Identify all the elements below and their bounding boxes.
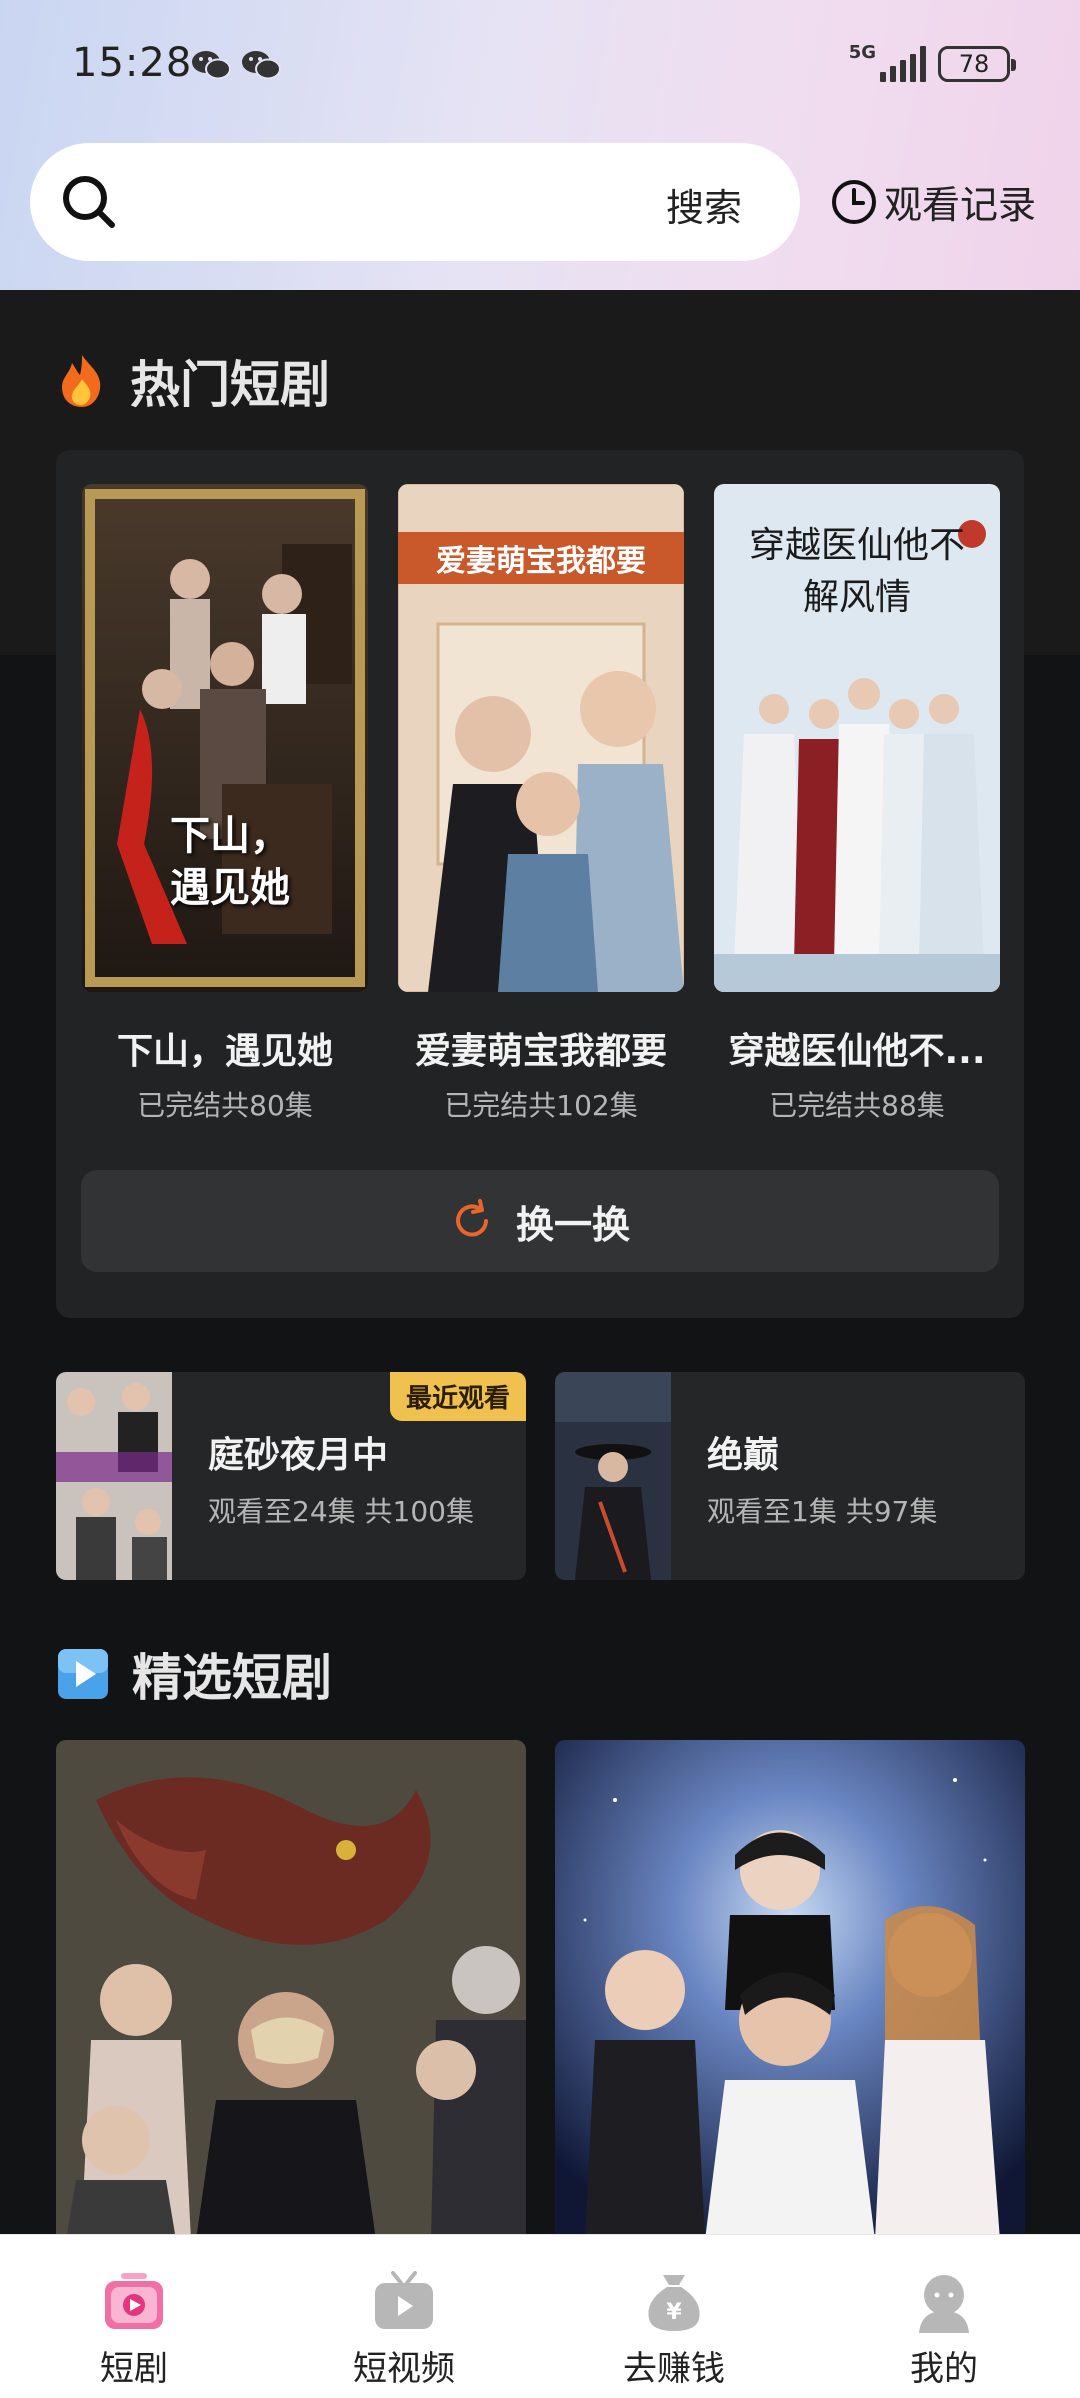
clock-icon: [832, 179, 876, 224]
tab-label: 去赚钱: [623, 2349, 725, 2389]
status-time: 15:28: [72, 40, 193, 86]
drama-title[interactable]: 下山，遇见她: [65, 1022, 385, 1074]
watch-history-label: 观看记录: [884, 183, 1037, 227]
battery-icon: 78: [938, 46, 1016, 82]
wechat-icon: [242, 51, 281, 80]
recent-thumbnail: [56, 1372, 172, 1580]
money-bag-icon: ¥: [648, 2275, 700, 2331]
status-bar: 15:28 5G 78: [0, 0, 1080, 130]
tab-profile[interactable]: 我的: [844, 2235, 1044, 2398]
search-icon: [63, 176, 115, 228]
play-icon: [58, 1649, 108, 1699]
recent-title: 绝巅: [707, 1435, 780, 1476]
poster-title-overlay: 爱妻萌宝我都要: [436, 544, 646, 579]
drama-tab-icon: [105, 2273, 163, 2329]
drama-title[interactable]: 爱妻萌宝我都要: [381, 1022, 701, 1074]
header: 15:28 5G 78 搜索 观看记录: [0, 0, 1080, 290]
hot-section-heading: 热门短剧: [56, 345, 330, 417]
tab-short-video[interactable]: 短视频: [304, 2235, 504, 2398]
featured-drama-poster[interactable]: [555, 1740, 1025, 2240]
recent-watch-card[interactable]: 庭砂夜月中 观看至24集 共100集 最近观看: [56, 1372, 526, 1580]
refresh-button[interactable]: 换一换: [81, 1170, 999, 1272]
hot-section-title: 热门短剧: [130, 356, 330, 414]
featured-section-heading: 精选短剧: [56, 1638, 332, 1710]
fire-icon: [62, 355, 101, 407]
tv-icon: [375, 2271, 433, 2329]
recent-watch-badge: 最近观看: [389, 1372, 526, 1421]
recent-title: 庭砂夜月中: [208, 1435, 389, 1476]
battery-level: 78: [958, 50, 990, 78]
drama-episode-info: 已完结共88集: [769, 1089, 945, 1122]
tab-label: 我的: [910, 2349, 978, 2389]
drama-title[interactable]: 穿越医仙他不...: [697, 1022, 1017, 1074]
tab-label: 短剧: [100, 2349, 168, 2389]
refresh-icon: [456, 1199, 488, 1237]
svg-text:¥: ¥: [666, 2300, 682, 2325]
poster-image: [82, 484, 368, 992]
bottom-tab-bar: 短剧 短视频 ¥ 去赚钱 我的: [0, 2234, 1080, 2398]
recent-watch-card[interactable]: 绝巅 观看至1集 共97集: [555, 1372, 1025, 1580]
poster-title-overlay: 下山， 遇见她: [170, 813, 290, 911]
search-input[interactable]: 搜索: [30, 143, 800, 261]
poster-title-overlay: 穿越医仙他不解风情: [748, 525, 965, 618]
recent-progress: 观看至1集 共97集: [707, 1495, 938, 1528]
poster-image: [56, 1740, 526, 2240]
wechat-icon: [192, 51, 231, 80]
recent-thumbnail: [555, 1372, 671, 1580]
tab-drama[interactable]: 短剧: [34, 2235, 234, 2398]
search-button[interactable]: 搜索: [666, 177, 742, 232]
signal-icon: [880, 46, 926, 82]
watch-history-button[interactable]: 观看记录: [830, 174, 1036, 229]
drama-episode-info: 已完结共80集: [137, 1089, 313, 1122]
drama-episode-info: 已完结共102集: [444, 1089, 638, 1122]
network-type: 5G: [848, 42, 876, 63]
user-icon: [919, 2275, 969, 2333]
featured-section-title: 精选短剧: [132, 1649, 332, 1707]
featured-drama-poster[interactable]: [56, 1740, 526, 2240]
refresh-label: 换一换: [515, 1202, 630, 1247]
recent-progress: 观看至24集 共100集: [208, 1495, 474, 1528]
poster-image: [555, 1740, 1025, 2240]
tab-label: 短视频: [353, 2349, 455, 2389]
drama-poster[interactable]: [82, 484, 368, 992]
tab-earn-money[interactable]: ¥ 去赚钱: [574, 2235, 774, 2398]
